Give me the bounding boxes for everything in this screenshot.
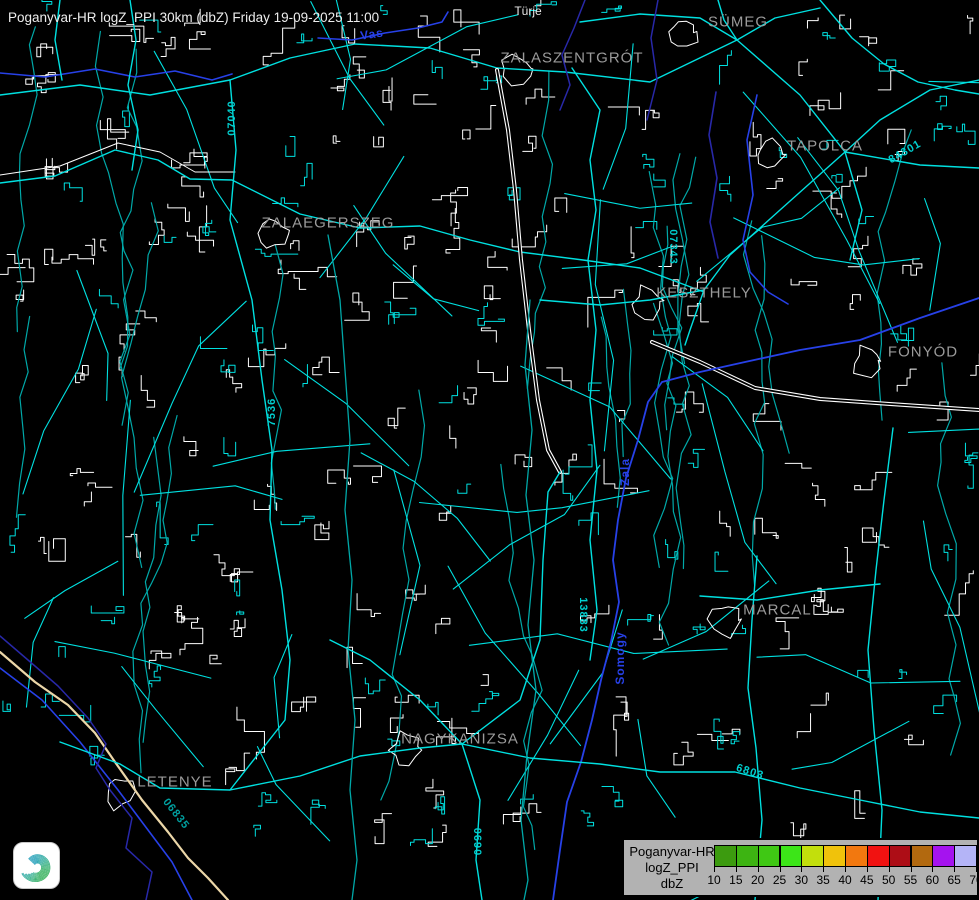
legend-tick-30 (801, 867, 802, 872)
legend-value-15: 15 (729, 873, 742, 887)
legend-value-45: 45 (860, 873, 873, 887)
legend-value-35: 35 (816, 873, 829, 887)
legend-value-20: 20 (751, 873, 764, 887)
legend-tick-35 (823, 867, 824, 872)
legend-tick-labels: 10152025303540455055606570 (714, 873, 979, 889)
legend-color-cell-30-35 (801, 845, 824, 867)
legend-tick-65 (954, 867, 955, 872)
legend-value-30: 30 (795, 873, 808, 887)
legend-color-cell-65-70 (954, 845, 977, 867)
legend-title: Poganyvar-HR logZ_PPI dbZ (628, 844, 716, 892)
legend-color-cell-25-30 (780, 845, 803, 867)
legend-tick-70 (976, 867, 977, 872)
legend-tick-55 (911, 867, 912, 872)
legend-tick-25 (780, 867, 781, 872)
legend-color-cell-35-40 (823, 845, 846, 867)
legend-color-cell-50-55 (889, 845, 912, 867)
legend-tick-10 (714, 867, 715, 872)
legend-value-55: 55 (904, 873, 917, 887)
legend-color-cell-40-45 (845, 845, 868, 867)
legend-tick-40 (845, 867, 846, 872)
legend-color-cell-60-65 (932, 845, 955, 867)
legend-title-line3: dbZ (628, 876, 716, 892)
legend-tick-15 (736, 867, 737, 872)
legend-value-60: 60 (926, 873, 939, 887)
legend-color-cell-15-20 (736, 845, 759, 867)
legend-title-line1: Poganyvar-HR (628, 844, 716, 860)
legend-value-40: 40 (838, 873, 851, 887)
legend-tick-45 (867, 867, 868, 872)
legend-color-cell-55-60 (911, 845, 934, 867)
met-spiral-logo (13, 842, 60, 889)
legend-color-scale (714, 845, 976, 867)
legend-value-50: 50 (882, 873, 895, 887)
legend-value-70: 70 (969, 873, 979, 887)
legend-color-cell-10-15 (714, 845, 737, 867)
radar-map-view: SÜMEGZALASZENTGRÓTTAPOLCAZALAEGERSZEGKES… (0, 0, 979, 900)
legend-color-cell-45-50 (867, 845, 890, 867)
legend-value-10: 10 (707, 873, 720, 887)
legend-title-line2: logZ_PPI (628, 860, 716, 876)
legend-tick-20 (758, 867, 759, 872)
legend-value-65: 65 (947, 873, 960, 887)
legend-color-cell-20-25 (758, 845, 781, 867)
radar-title: Poganyvar-HR logZ_PPI 30km (dbZ) Friday … (8, 10, 379, 25)
legend-tick-60 (932, 867, 933, 872)
map-linework (0, 0, 979, 900)
spiral-icon (14, 843, 59, 888)
legend-value-25: 25 (773, 873, 786, 887)
legend-panel: Poganyvar-HR logZ_PPI dbZ 10 15 20 25 30 35 40… (622, 838, 979, 897)
legend-tick-50 (889, 867, 890, 872)
